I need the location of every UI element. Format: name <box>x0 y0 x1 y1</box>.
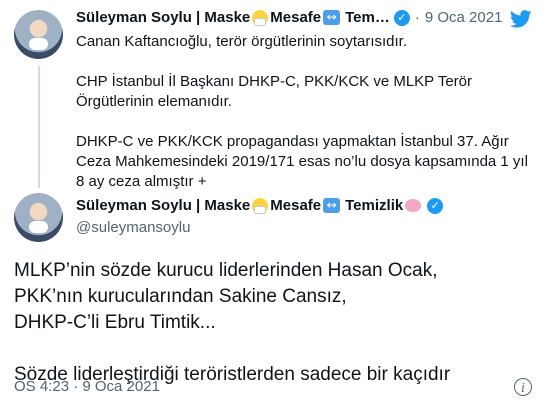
twitter-bird-icon[interactable] <box>510 10 532 28</box>
author-name-part3[interactable]: Tem… <box>345 9 390 26</box>
left-right-arrow-emoji-icon: ↔ <box>323 198 341 213</box>
mask-emoji-icon <box>252 9 269 26</box>
author-handle[interactable]: @suleymansoylu <box>76 219 190 236</box>
author-name-part2[interactable]: Mesafe <box>270 9 321 26</box>
verified-badge-icon: ✓ <box>427 197 444 214</box>
author-name-part2[interactable]: Mesafe <box>270 197 321 214</box>
avatar[interactable] <box>14 193 63 242</box>
tweet-date[interactable]: 9 Oca 2021 <box>425 9 503 26</box>
reply-author-row[interactable]: Süleyman Soylu | Maske Mesafe ↔ Tem… ✓ ·… <box>76 9 502 26</box>
info-icon[interactable]: i <box>514 378 532 396</box>
avatar[interactable] <box>14 10 63 59</box>
separator: · <box>414 9 420 26</box>
mask-emoji-icon <box>252 197 269 214</box>
main-tweet-text: MLKP’nin sözde kurucu liderlerinden Hasa… <box>14 260 451 385</box>
soap-emoji-icon <box>405 199 422 212</box>
verified-badge-icon: ✓ <box>393 9 410 26</box>
left-right-arrow-emoji-icon: ↔ <box>323 10 341 25</box>
tweet-timestamp[interactable]: ÖS 4:23 · 9 Oca 2021 <box>14 378 160 395</box>
thread-line <box>38 66 40 188</box>
author-name-part3[interactable]: Temizlik <box>345 197 403 214</box>
main-author-row[interactable]: Süleyman Soylu | Maske Mesafe ↔ Temizlik… <box>76 197 444 214</box>
author-name[interactable]: Süleyman Soylu | Maske <box>76 197 250 214</box>
reply-tweet-text: Canan Kaftancıoğlu, terör örgütlerinin s… <box>76 33 528 190</box>
author-name[interactable]: Süleyman Soylu | Maske <box>76 9 250 26</box>
